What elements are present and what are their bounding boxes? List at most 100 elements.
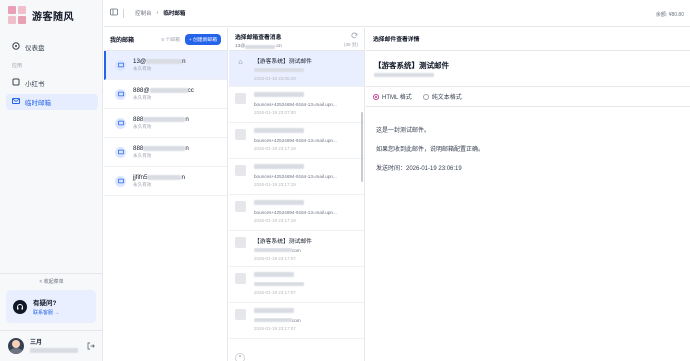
chevron-right-icon: › (156, 10, 159, 16)
mailbox-address-prefix: 888 (133, 144, 144, 152)
message-item[interactable]: 2026-01-19 23:17:07 (229, 267, 364, 303)
message-list-panel: 选择邮箱查看消息 13@ .cn (38 封) ⌂ 【游客系统】测试邮件 2026… (229, 28, 365, 361)
user-email-redacted (30, 348, 78, 353)
balance: 余额: ¥80.80 (655, 12, 684, 18)
message-item[interactable]: bounces+42524694-9164-13=mail.upn... 202… (229, 159, 364, 195)
sender-avatar (235, 237, 246, 248)
detail-body-line: 如果您收到此邮件，说明邮箱配置正确。 (376, 147, 485, 153)
message-from: bounces+42524694-9164-13=mail.upn... (254, 102, 337, 107)
mailbox-item[interactable]: jjfifn5 n 永久有效 (104, 167, 227, 196)
mail-icon (12, 97, 20, 107)
logout-icon[interactable] (87, 342, 95, 352)
format-html-radio[interactable]: HTML 格式 (373, 92, 412, 101)
sidebar-item-xiaohongshu[interactable]: 小红书 (6, 75, 98, 91)
sidebar: 游客随风 仪表盘 应用 小红书 临时邮箱 < 收起菜单 有疑问? 联系客服 → … (0, 0, 103, 361)
create-mailbox-button[interactable]: + 创建新邮箱 (184, 33, 221, 45)
message-item[interactable]: bounces+42524694-9164-13=mail.upn... 202… (229, 87, 364, 123)
mailbox-address-suffix: n (182, 57, 186, 65)
detail-body-line: 发送时间：2026-01-19 23:06:19 (376, 166, 462, 172)
collapse-menu-button[interactable]: < 收起菜单 (0, 273, 103, 285)
sender-avatar (235, 93, 246, 104)
scroll-top-icon[interactable]: ^ (235, 353, 245, 361)
current-address-suffix: .cn (275, 44, 282, 49)
mailbox-item[interactable]: 888 n 永久有效 (104, 138, 227, 167)
sender-avatar (235, 165, 246, 176)
breadcrumb-current: 临时邮箱 (163, 11, 186, 17)
message-count: (38 封) (343, 42, 358, 47)
mailbox-status: 永久有效 (133, 124, 152, 130)
message-time: 2026-01-19 23:07:00 (254, 110, 296, 115)
message-detail-panel: 选择邮件查看详情 【游客系统】测试邮件 HTML 格式 纯文本格式 这是一封测试… (366, 28, 690, 361)
mailbox-item[interactable]: 888 n 永久有效 (104, 109, 227, 138)
mailbox-address-suffix: n (185, 144, 189, 152)
message-time: 2026-01-19 23:17:07 (254, 290, 296, 295)
breadcrumb-root[interactable]: 控制台 (135, 9, 152, 17)
mail-icon (115, 117, 126, 129)
help-card[interactable]: 有疑问? 联系客服 → (6, 290, 96, 323)
format-text-radio[interactable]: 纯文本格式 (422, 92, 462, 101)
mailbox-address-suffix: n (181, 173, 185, 181)
message-item[interactable]: bounces+42524694-9164-13=mail.upn... 202… (229, 195, 364, 231)
mail-icon (115, 88, 126, 100)
headset-icon (13, 299, 27, 314)
sender-avatar (235, 309, 246, 320)
sidebar-item-label: 小红书 (25, 81, 45, 88)
message-from: com (292, 248, 301, 253)
message-item[interactable]: com 2026-01-19 23:17:07 (229, 303, 364, 339)
message-subject: 【游客系统】测试邮件 (254, 239, 312, 245)
mailbox-status: 永久有效 (133, 153, 152, 159)
message-time: 2026-01-19 23:17:07 (254, 326, 296, 331)
detail-body-line: 这是一封测试邮件。 (376, 128, 431, 134)
avatar (8, 338, 24, 354)
message-item[interactable]: ⌂ 【游客系统】测试邮件 2026-01-19 23:06:29 (229, 51, 364, 87)
mailbox-list-panel: 我的邮箱 5 个邮箱 + 创建新邮箱 13@ n 永久有效 888@ cc 永久有效… (104, 28, 228, 361)
mailbox-count: 5 个邮箱 (161, 37, 180, 43)
mailbox-status: 永久有效 (133, 66, 152, 72)
brand[interactable]: 游客随风 (8, 6, 74, 24)
user-name: 三月 (30, 340, 43, 346)
message-time: 2026-01-19 23:17:19 (254, 218, 296, 223)
mailbox-address-suffix: n (185, 115, 189, 123)
refresh-icon[interactable] (351, 32, 358, 41)
user-profile[interactable]: 三月 (0, 330, 103, 361)
contact-support-link[interactable]: 联系客服 → (33, 309, 59, 316)
mailbox-status: 永久有效 (133, 95, 152, 101)
message-from: bounces+42524694-9164-13=mail.upn... (254, 210, 337, 215)
sender-avatar (235, 201, 246, 212)
sidebar-item-temp-mail[interactable]: 临时邮箱 (6, 94, 98, 110)
mailbox-list-title: 我的邮箱 (110, 37, 135, 44)
message-time: 2026-01-19 23:06:29 (254, 76, 296, 81)
mailbox-item[interactable]: 13@ n 永久有效 (104, 51, 227, 80)
mailbox-address-suffix: cc (187, 86, 194, 94)
help-title: 有疑问? (33, 300, 57, 307)
mailbox-address-prefix: 13@ (133, 57, 147, 65)
sidebar-section-label: 应用 (12, 63, 23, 69)
current-address-prefix: 13@ (235, 44, 246, 49)
format-html-label: HTML 格式 (382, 95, 412, 101)
message-subject: 【游客系统】测试邮件 (254, 59, 312, 65)
message-from: bounces+42524694-9164-13=mail.upn... (254, 138, 337, 143)
format-radio-group: HTML 格式 纯文本格式 (373, 92, 462, 101)
sidebar-item-label: 仪表盘 (25, 45, 45, 52)
mailbox-address-prefix: 888 (133, 115, 144, 123)
home-icon: ⌂ (238, 59, 243, 66)
detail-header: 选择邮件查看详情 (366, 28, 690, 51)
mailbox-address-prefix: 888@ (133, 86, 150, 94)
sidebar-item-dashboard[interactable]: 仪表盘 (6, 39, 98, 55)
mailbox-status: 永久有效 (133, 182, 152, 188)
message-time: 2026-01-19 23:17:19 (254, 182, 296, 187)
detail-from-redacted (374, 73, 434, 77)
message-time: 2026-01-19 23:17:07 (254, 256, 296, 261)
mail-icon (115, 146, 126, 158)
sidebar-item-label: 临时邮箱 (25, 100, 51, 107)
message-list-title: 选择邮箱查看消息 (235, 35, 282, 41)
breadcrumb: 控制台 › 临时邮箱 (104, 8, 185, 18)
sidebar-toggle-icon[interactable] (110, 8, 118, 18)
message-item[interactable]: bounces+42524694-9164-13=mail.upn... 202… (229, 123, 364, 159)
mailbox-item[interactable]: 888@ cc 永久有效 (104, 80, 227, 109)
brand-logo-icon (8, 6, 26, 24)
scrollbar[interactable] (361, 112, 363, 182)
format-text-label: 纯文本格式 (431, 95, 462, 101)
message-item[interactable]: 【游客系统】测试邮件 com 2026-01-19 23:17:07 (229, 231, 364, 267)
message-from: com (292, 318, 301, 323)
